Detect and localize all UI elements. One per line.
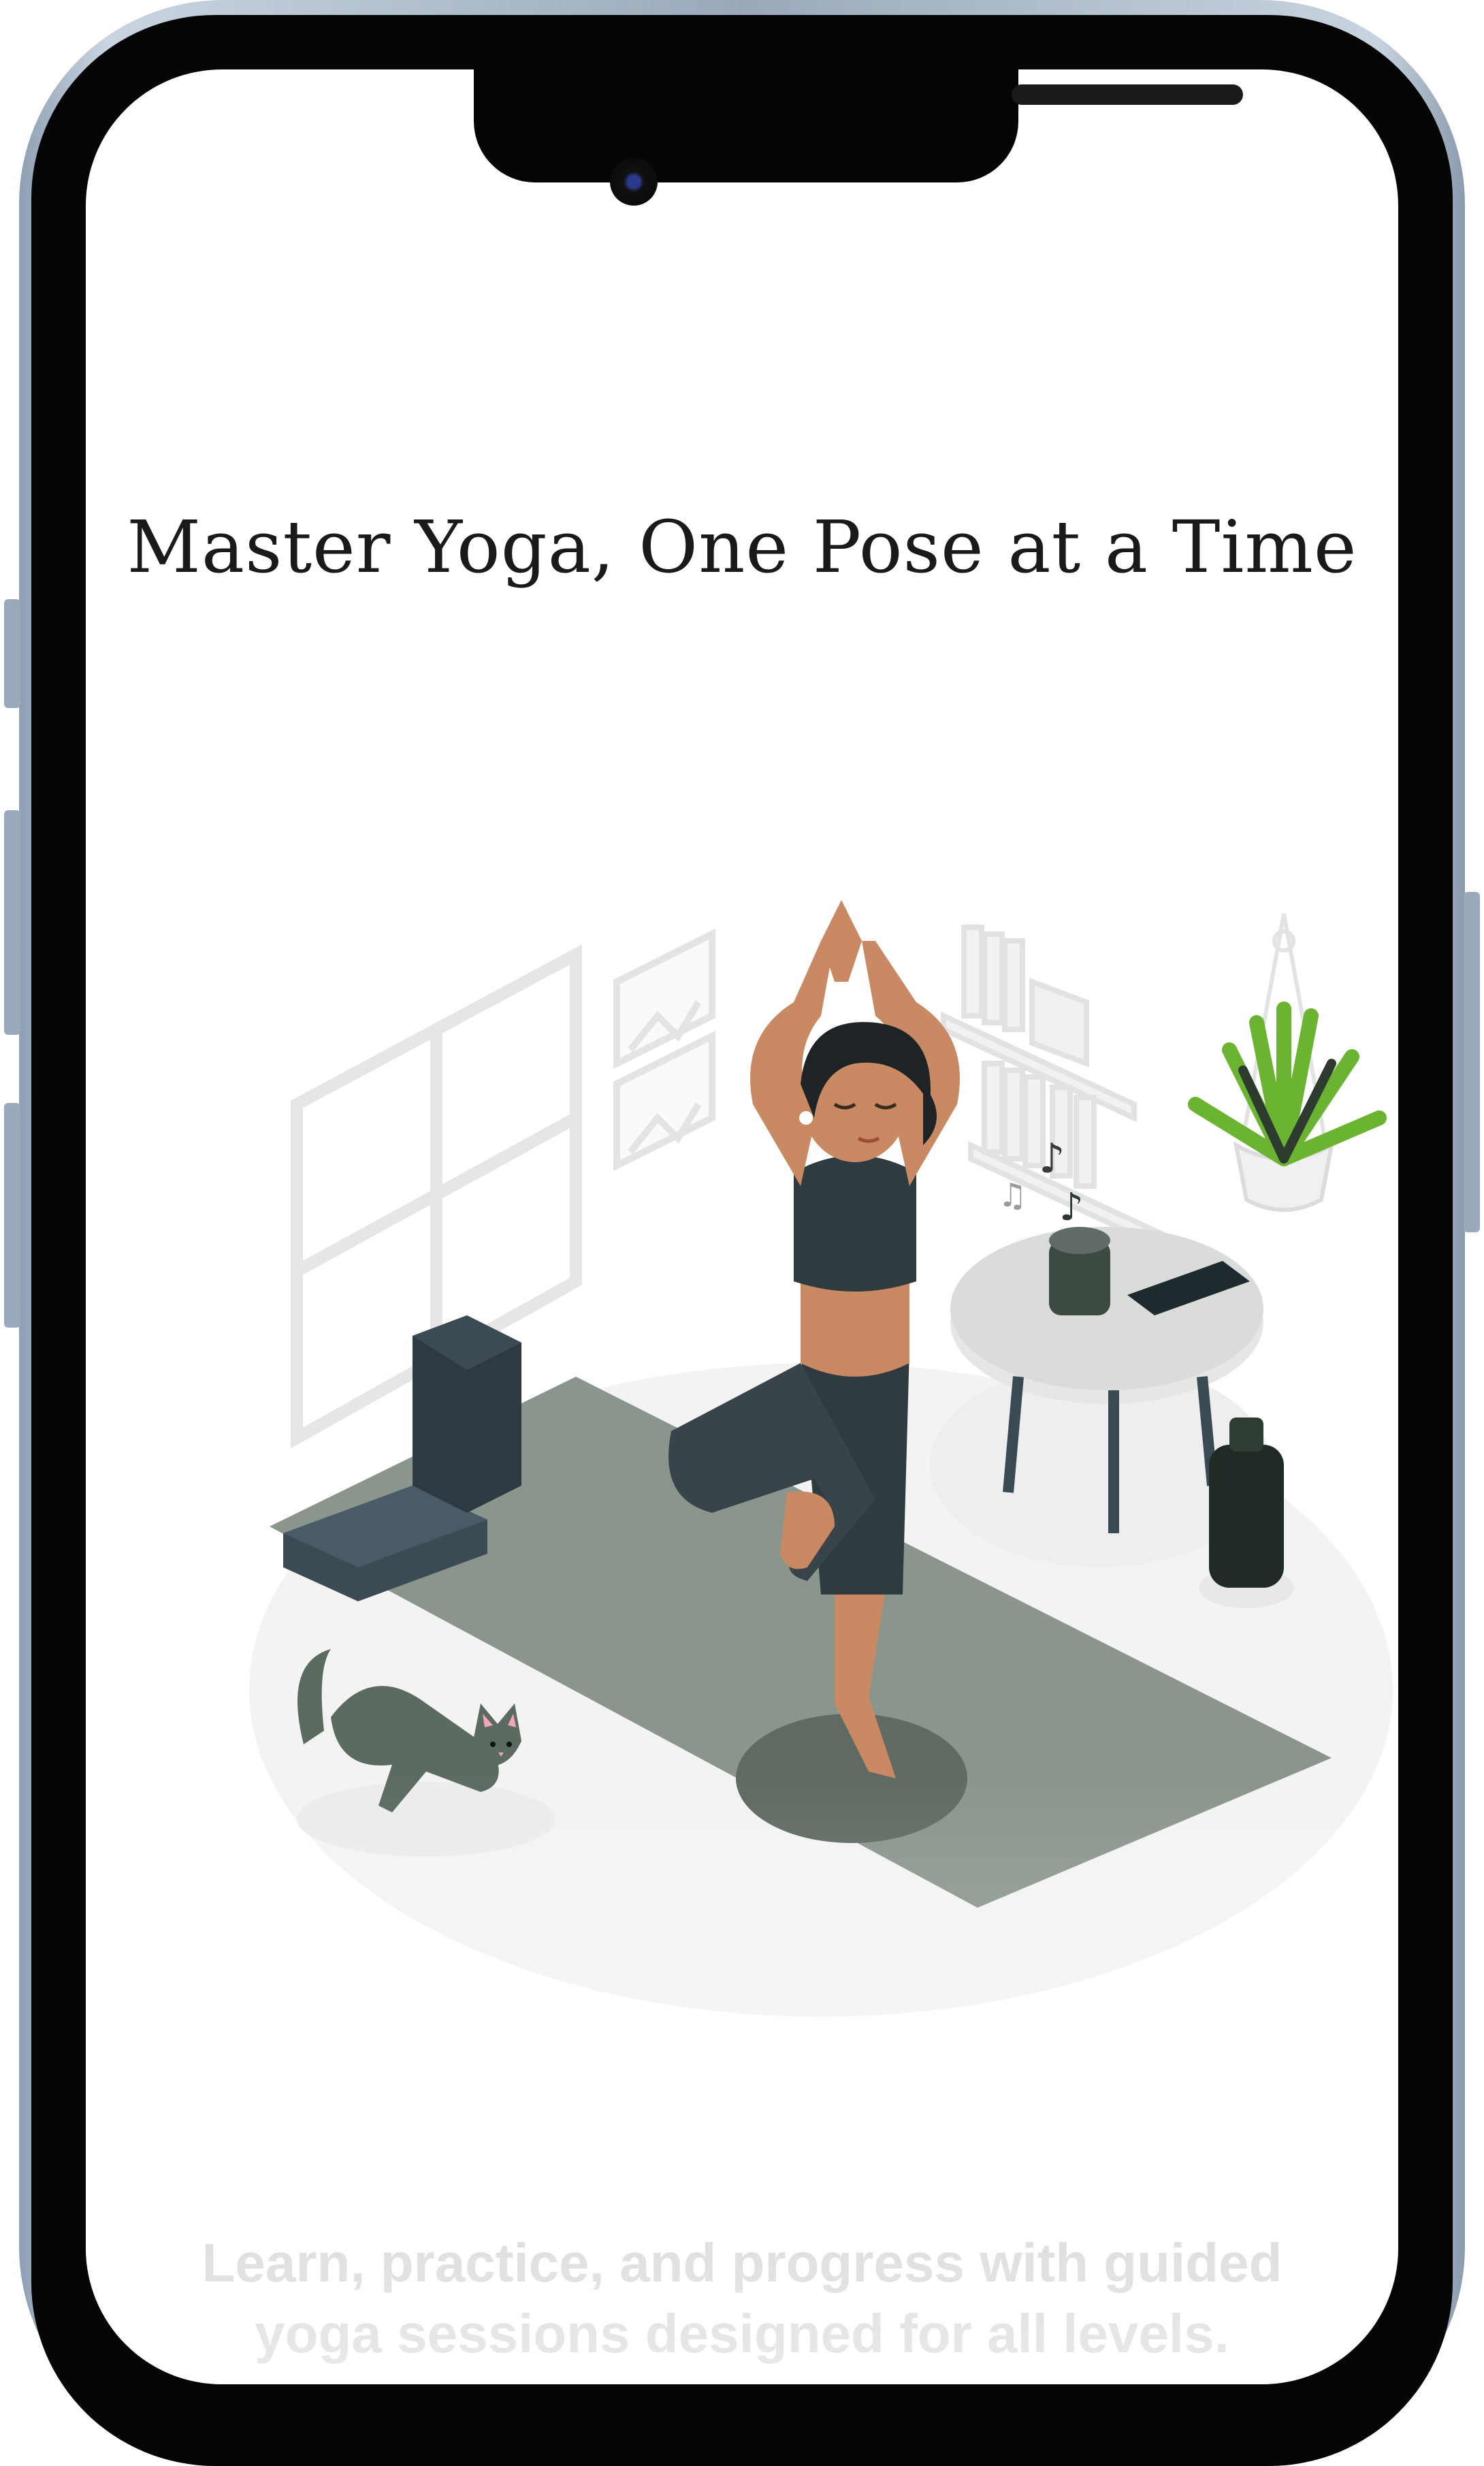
app-screen: Master Yoga, One Pose at a Time ♪ ♫ ♪ Le… (86, 69, 1398, 2384)
power-button (1464, 892, 1480, 1232)
svg-text:♪: ♪ (1059, 1185, 1084, 1230)
onboarding-subtitle: Learn, practice, and progress with guide… (86, 2228, 1398, 2369)
mute-switch (4, 599, 20, 708)
subtitle-line-1: Learn, practice, and progress with guide… (201, 2232, 1283, 2293)
svg-text:♫: ♫ (998, 1176, 1027, 1215)
picture-frames-icon (613, 928, 715, 1172)
woman-doing-tree-pose-illustration: ♪ ♫ ♪ (249, 900, 1393, 2017)
volume-down-button (4, 1103, 20, 1328)
hanging-plant-icon (1188, 913, 1387, 1212)
svg-text:♪: ♪ (1039, 1135, 1065, 1183)
onboarding-title: Master Yoga, One Pose at a Time (127, 505, 1357, 589)
bookshelf-icon (941, 925, 1164, 1252)
notch (474, 69, 1243, 182)
subtitle-line-2: yoga sessions designed for all levels. (255, 2303, 1229, 2364)
earpiece-speaker (1012, 84, 1243, 105)
front-camera-icon (610, 158, 658, 206)
volume-up-button (4, 810, 20, 1035)
